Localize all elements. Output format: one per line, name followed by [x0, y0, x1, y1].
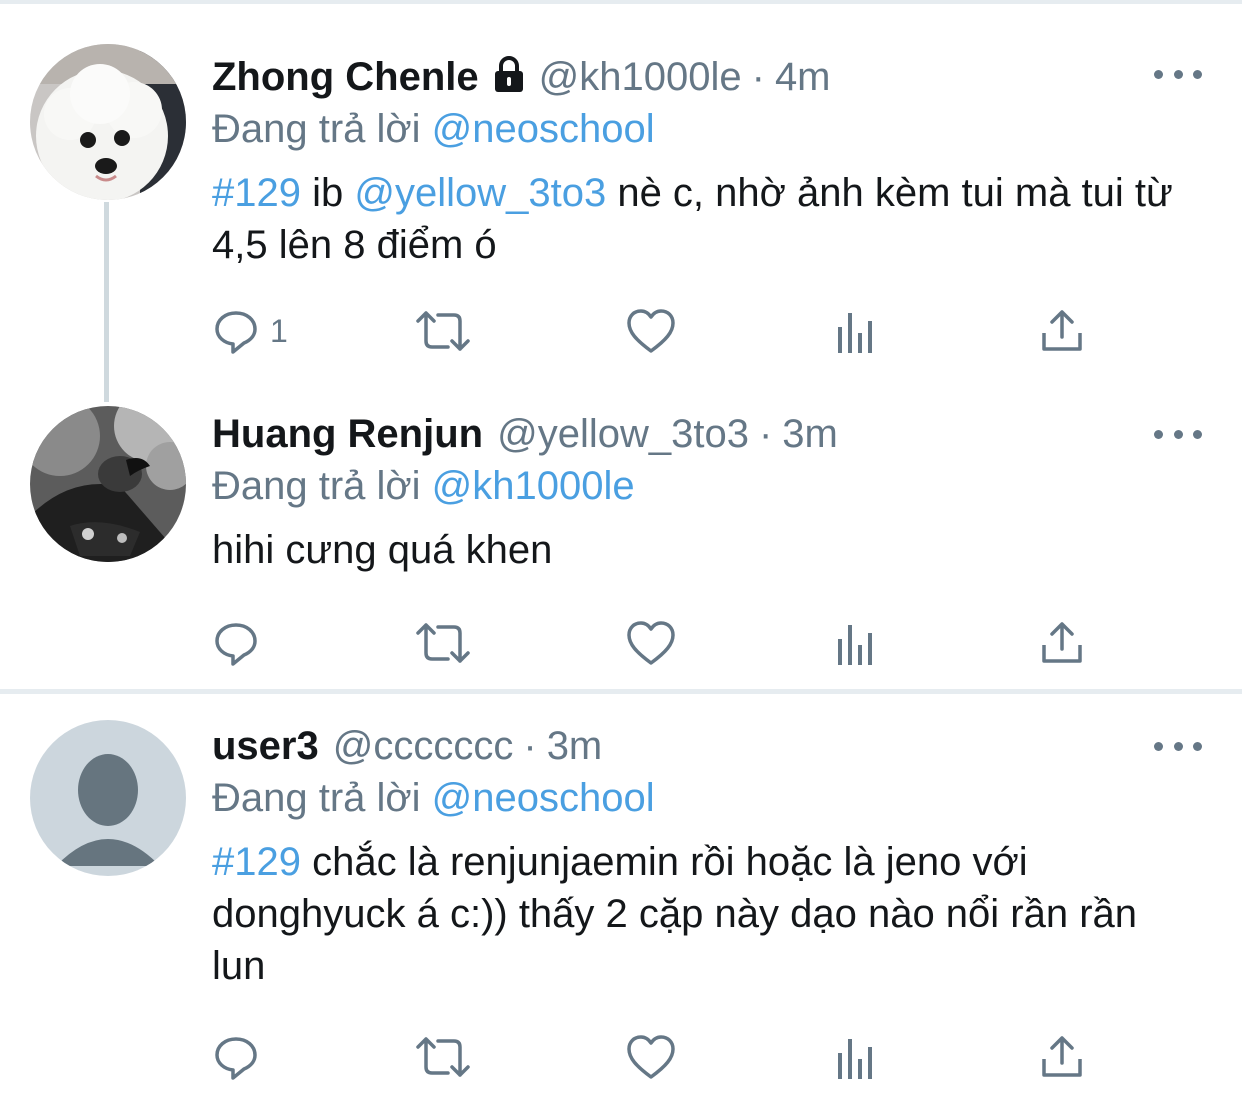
bar-chart-icon [838, 1039, 872, 1079]
share-icon [1042, 1036, 1082, 1077]
reply-button[interactable] [212, 1032, 270, 1082]
avatar[interactable] [30, 720, 186, 876]
retweet-button[interactable] [414, 618, 472, 668]
replying-label: Đang trả lời [212, 107, 421, 151]
tweet-text-segment: hihi cưng quá khen [212, 528, 553, 572]
reply-count: 1 [270, 312, 288, 349]
replying-mention[interactable]: @neoschool [432, 107, 655, 151]
more-options-icon[interactable] [1154, 416, 1202, 452]
replying-mention[interactable]: @neoschool [432, 776, 655, 820]
tweet-body: Huang Renjun @yellow_3to3 · 3m Đang trả … [212, 410, 1202, 576]
like-button[interactable] [626, 1032, 676, 1082]
share-icon [1042, 622, 1082, 663]
analytics-button[interactable] [836, 618, 876, 668]
separator-dot: · [523, 724, 537, 768]
reply-button[interactable]: 1 [212, 306, 288, 356]
avatar[interactable] [30, 44, 186, 200]
reply-button[interactable] [212, 618, 270, 668]
more-options-icon[interactable] [1154, 56, 1202, 92]
thread-connector-line [104, 202, 109, 402]
retweet-icon [416, 1037, 470, 1077]
replying-label: Đang trả lời [212, 776, 421, 820]
timestamp[interactable]: 3m [782, 410, 838, 458]
tweet-text: #129 ib @yellow_3to3 nè c, nhờ ảnh kèm t… [212, 167, 1192, 271]
share-icon [1042, 310, 1082, 351]
tweet-actions [212, 618, 1112, 668]
like-button[interactable] [626, 618, 676, 668]
retweet-icon [416, 311, 470, 351]
tweet-text: hihi cưng quá khen [212, 524, 1202, 576]
handle[interactable]: @yellow_3to3 [497, 410, 749, 458]
like-button[interactable] [626, 306, 676, 356]
lock-icon [489, 54, 529, 96]
bar-chart-icon [838, 313, 872, 353]
share-button[interactable] [1040, 618, 1084, 668]
tweet-header: user3 @ccccccc · 3m [212, 722, 1202, 770]
tweet-actions: 1 [212, 306, 1112, 356]
retweet-icon [416, 623, 470, 663]
replying-label: Đang trả lời [212, 464, 421, 508]
speech-bubble-icon [215, 623, 257, 666]
speech-bubble-icon [215, 311, 257, 354]
replying-to: Đang trả lời @neoschool [212, 774, 1202, 822]
tweet-body: user3 @ccccccc · 3m Đang trả lời @neosch… [212, 722, 1202, 992]
tweet-text-segment: ib [300, 171, 355, 215]
top-border [0, 0, 1242, 4]
mention-link[interactable]: @yellow_3to3 [354, 171, 606, 215]
share-button[interactable] [1040, 306, 1084, 356]
more-options-icon[interactable] [1154, 728, 1202, 764]
tweet-text-segment: chắc là renjunjaemin rồi hoặc là jeno vớ… [212, 840, 1138, 988]
replying-to: Đang trả lời @neoschool [212, 105, 1202, 153]
timestamp[interactable]: 4m [775, 53, 831, 101]
heart-icon [627, 621, 675, 665]
tweet-body: Zhong Chenle @kh1000le · 4m Đang trả lời… [212, 50, 1202, 271]
tweet-actions [212, 1032, 1112, 1082]
tweet-header: Zhong Chenle @kh1000le · 4m [212, 50, 1202, 101]
replying-mention[interactable]: @kh1000le [432, 464, 635, 508]
retweet-button[interactable] [414, 306, 472, 356]
tweet-text: #129 chắc là renjunjaemin rồi hoặc là je… [212, 836, 1192, 992]
heart-icon [627, 1035, 675, 1079]
display-name[interactable]: Zhong Chenle [212, 53, 479, 101]
handle[interactable]: @ccccccc [333, 722, 514, 770]
thread-divider [0, 689, 1242, 694]
tweet-header: Huang Renjun @yellow_3to3 · 3m [212, 410, 1202, 458]
replying-to: Đang trả lời @kh1000le [212, 462, 1202, 510]
share-button[interactable] [1040, 1032, 1084, 1082]
analytics-button[interactable] [836, 306, 876, 356]
analytics-button[interactable] [836, 1032, 876, 1082]
hashtag-link[interactable]: #129 [212, 840, 301, 884]
timestamp[interactable]: 3m [547, 722, 603, 770]
retweet-button[interactable] [414, 1032, 472, 1082]
speech-bubble-icon [215, 1037, 257, 1080]
avatar[interactable] [30, 406, 186, 562]
handle[interactable]: @kh1000le [539, 53, 742, 101]
display-name[interactable]: Huang Renjun [212, 410, 483, 458]
heart-icon [627, 309, 675, 353]
separator-dot: · [758, 412, 773, 456]
separator-dot: · [751, 55, 765, 99]
bar-chart-icon [838, 625, 872, 665]
hashtag-link[interactable]: #129 [212, 171, 301, 215]
display-name[interactable]: user3 [212, 722, 319, 770]
